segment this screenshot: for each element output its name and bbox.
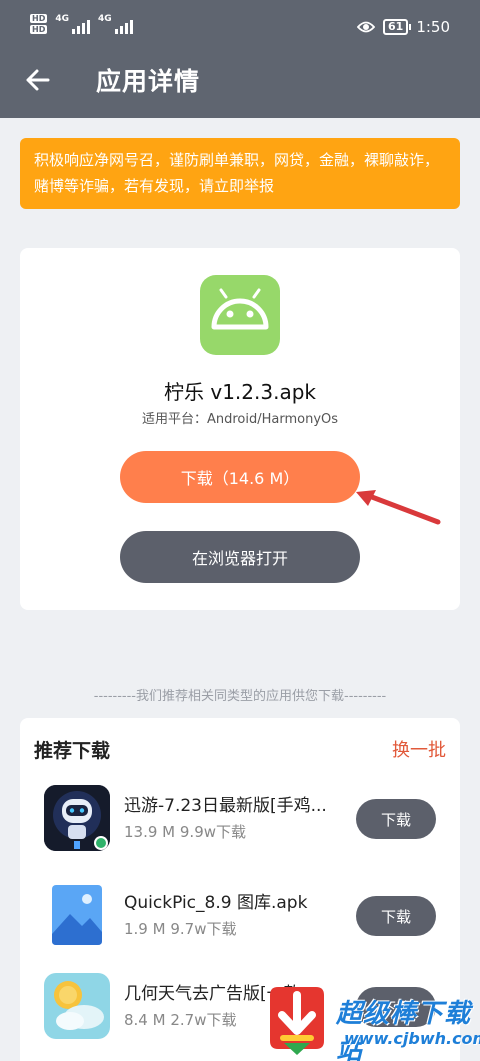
watermark-text: 超级棒下载站	[336, 999, 472, 1061]
watermark-url: www.cjbwh.com	[344, 1029, 480, 1048]
open-in-browser-button[interactable]: 在浏览器打开	[120, 531, 360, 583]
item-meta: 8.4 M 2.7w下载	[124, 1011, 237, 1029]
gallery-icon	[44, 882, 110, 948]
status-left: HD HD 4G 4G	[30, 14, 133, 34]
eye-icon	[357, 21, 375, 33]
app-name: 柠乐 v1.2.3.apk	[164, 380, 316, 404]
recommend-title: 推荐下载	[34, 740, 111, 762]
recommend-divider: ---------我们推荐相关同类型的应用供您下载---------	[93, 689, 387, 704]
app-header: HD HD 4G 4G 61 1:50 应用详情	[0, 0, 480, 118]
refresh-batch-link[interactable]: 换一批	[392, 736, 446, 762]
hd-badge: HD	[30, 14, 48, 23]
list-item[interactable]: 迅游-7.23日最新版[手鸡... 13.9 M 9.9w下载 下载	[20, 785, 460, 865]
notice-banner: 积极响应净网号召，谨防刷单兼职，网贷，金融，裸聊敲诈，赌博等诈骗，若有发现，请立…	[20, 138, 460, 209]
item-name: QuickPic_8.9 图库.apk	[124, 893, 308, 913]
download-button[interactable]: 下载（14.6 M）	[120, 451, 360, 503]
signal-icon: 4G	[98, 14, 133, 34]
battery-icon: 61	[383, 19, 412, 35]
robot-icon	[44, 785, 110, 851]
android-icon	[200, 275, 280, 355]
clock: 1:50	[416, 18, 450, 36]
page-title: 应用详情	[96, 67, 201, 96]
status-right: 61 1:50	[357, 18, 450, 36]
item-download-button[interactable]: 下载	[356, 896, 436, 936]
status-bar: HD HD 4G 4G 61 1:50	[0, 0, 480, 50]
app-detail-card: 柠乐 v1.2.3.apk 适用平台：Android/HarmonyOs 下载（…	[20, 248, 460, 610]
item-name: 迅游-7.23日最新版[手鸡...	[124, 796, 327, 816]
site-logo-icon	[270, 987, 324, 1055]
network-label: 4G	[55, 14, 69, 24]
item-meta: 13.9 M 9.9w下载	[124, 823, 246, 841]
app-platform: 适用平台：Android/HarmonyOs	[141, 412, 339, 427]
pointer-arrow-icon	[356, 490, 441, 525]
list-item[interactable]: QuickPic_8.9 图库.apk 1.9 M 9.7w下载 下载	[20, 882, 460, 962]
signal-icon: 4G	[55, 14, 90, 34]
hd-badges: HD HD	[30, 14, 48, 34]
weather-icon	[44, 973, 110, 1039]
network-label: 4G	[98, 14, 112, 24]
hd-badge: HD	[30, 25, 48, 34]
item-download-button[interactable]: 下载	[356, 799, 436, 839]
site-watermark: 超级棒下载站 www.cjbwh.com	[264, 985, 480, 1061]
item-meta: 1.9 M 9.7w下载	[124, 920, 237, 938]
arrow-left-icon[interactable]	[22, 64, 54, 96]
